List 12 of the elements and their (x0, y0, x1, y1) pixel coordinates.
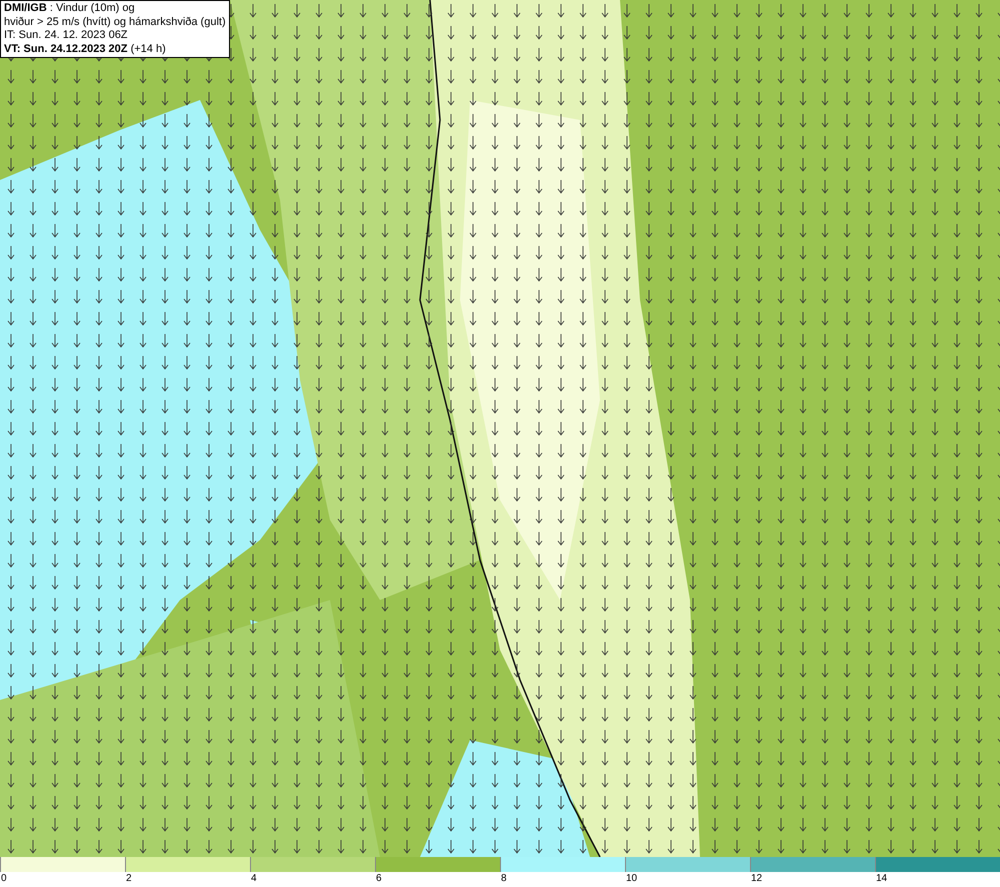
info-text: hviður > 25 m/s (hvítt) og hámarkshviða (gult) (4, 16, 226, 29)
legend-label: 6 (375, 872, 382, 886)
info-text: VT: Sun. 24.12.2023 20Z (+14 h) (4, 42, 167, 56)
info-text: IT: Sun. 24. 12. 2023 06Z (4, 29, 129, 42)
legend-label: 8 (500, 872, 507, 886)
legend-label: 12 (750, 872, 762, 886)
legend-label: 2 (125, 872, 132, 886)
legend-label: 14 (875, 872, 888, 886)
legend-label: 10 (625, 872, 638, 886)
info-text: DMI/IGB : Vindur (10m) og (4, 2, 136, 16)
legend-label: 0 (0, 872, 7, 886)
legend-label: 4 (250, 872, 257, 886)
